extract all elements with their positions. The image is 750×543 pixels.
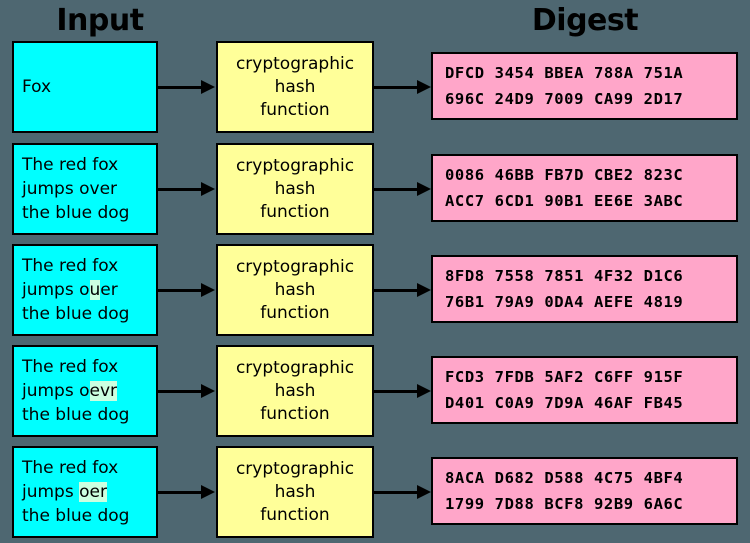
digest-output-box[interactable]: 0086 46BB FB7D CBE2 823C ACC7 6CD1 90B1 E… bbox=[431, 154, 738, 222]
cryptographic-hash-function-box[interactable]: cryptographic hash function bbox=[216, 41, 374, 133]
input-text-segment: the blue dog bbox=[22, 203, 130, 223]
input-text-line: jumps oevr bbox=[22, 379, 156, 403]
arrow-input-to-function bbox=[158, 283, 215, 297]
digest-output-box[interactable]: 8ACA D682 D588 4C75 4BF4 1799 7D88 BCF8 9… bbox=[431, 457, 738, 525]
input-text-line: The red fox bbox=[22, 456, 156, 480]
diagram-row: Fox cryptographic hash function DFCD 3454 BB… bbox=[0, 41, 750, 133]
digest-hex-line: ACC7 6CD1 90B1 EE6E 3ABC bbox=[445, 192, 684, 210]
digest-output-box[interactable]: DFCD 3454 BBEA 788A 751A 696C 24D9 7009 C… bbox=[431, 52, 738, 120]
cryptographic-hash-function-box[interactable]: cryptographic hash function bbox=[216, 345, 374, 437]
input-text-segment: jumps o bbox=[22, 280, 90, 300]
function-label-line: hash bbox=[274, 76, 316, 97]
diagram-row: The red fox jumps ouer the blue dog cryptog… bbox=[0, 244, 750, 336]
column-title-digest: Digest bbox=[531, 3, 639, 38]
function-label-line: function bbox=[260, 504, 330, 525]
input-text-segment: Fox bbox=[22, 77, 52, 97]
input-text-segment: jumps o bbox=[22, 381, 90, 401]
digest-hex-line: 0086 46BB FB7D CBE2 823C bbox=[445, 166, 684, 184]
arrow-function-to-digest bbox=[374, 283, 431, 297]
input-text-segment: jumps over bbox=[22, 179, 118, 199]
input-text-segment: er bbox=[100, 280, 118, 300]
cryptographic-hash-function-box[interactable]: cryptographic hash function bbox=[216, 244, 374, 336]
input-text-line: jumps ouer bbox=[22, 278, 156, 302]
diagram-row: The red fox jumps oer the blue dog cryptogr… bbox=[0, 446, 750, 538]
cryptographic-hash-function-box[interactable]: cryptographic hash function bbox=[216, 143, 374, 235]
function-label-line: cryptographic bbox=[235, 256, 355, 277]
arrow-function-to-digest bbox=[374, 182, 431, 196]
input-text-line: The red fox bbox=[22, 153, 156, 177]
function-label-line: cryptographic bbox=[235, 53, 355, 74]
digest-hex-line: 696C 24D9 7009 CA99 2D17 bbox=[445, 90, 684, 108]
input-text-line: the blue dog bbox=[22, 504, 156, 528]
function-label-line: function bbox=[260, 201, 330, 222]
input-text-line: the blue dog bbox=[22, 302, 156, 326]
input-text-line: The red fox bbox=[22, 355, 156, 379]
diagram-row: The red fox jumps over the blue dog cryptog… bbox=[0, 143, 750, 235]
digest-hex-line: 76B1 79A9 0DA4 AEFE 4819 bbox=[445, 293, 684, 311]
digest-hex-line: 8ACA D682 D588 4C75 4BF4 bbox=[445, 469, 684, 487]
typo-highlight: evr bbox=[89, 381, 118, 401]
input-text-line: jumps oer bbox=[22, 480, 156, 504]
input-text-segment: jumps bbox=[22, 482, 80, 502]
arrow-function-to-digest bbox=[374, 485, 431, 499]
typo-highlight: u bbox=[89, 280, 101, 300]
input-message-box[interactable]: The red fox jumps oer the blue dog bbox=[12, 446, 158, 538]
hash-function-diagram: Input Digest Fox cryptographic hash functio… bbox=[0, 0, 750, 543]
digest-hex-line: DFCD 3454 BBEA 788A 751A bbox=[445, 64, 684, 82]
input-message-box[interactable]: Fox bbox=[12, 41, 158, 133]
arrow-input-to-function bbox=[158, 182, 215, 196]
digest-hex-line: D401 C0A9 7D9A 46AF FB45 bbox=[445, 394, 684, 412]
input-text-line: the blue dog bbox=[22, 403, 156, 427]
input-text-line: Fox bbox=[22, 77, 156, 97]
input-message-box[interactable]: The red fox jumps over the blue dog bbox=[12, 143, 158, 235]
input-text-line: jumps over bbox=[22, 177, 156, 201]
typo-highlight: oer bbox=[79, 482, 107, 502]
function-label-line: cryptographic bbox=[235, 357, 355, 378]
function-label-line: hash bbox=[274, 481, 316, 502]
function-label-line: hash bbox=[274, 279, 316, 300]
input-text-segment: The red fox bbox=[22, 256, 119, 276]
diagram-row: The red fox jumps oevr the blue dog cryptog… bbox=[0, 345, 750, 437]
function-label-line: cryptographic bbox=[235, 458, 355, 479]
input-text-segment: the blue dog bbox=[22, 405, 130, 425]
input-text-segment: The red fox bbox=[22, 357, 119, 377]
arrow-input-to-function bbox=[158, 384, 215, 398]
input-message-box[interactable]: The red fox jumps ouer the blue dog bbox=[12, 244, 158, 336]
arrow-function-to-digest bbox=[374, 384, 431, 398]
function-label-line: function bbox=[260, 99, 330, 120]
function-label-line: function bbox=[260, 302, 330, 323]
arrow-input-to-function bbox=[158, 485, 215, 499]
arrow-function-to-digest bbox=[374, 80, 431, 94]
input-message-box[interactable]: The red fox jumps oevr the blue dog bbox=[12, 345, 158, 437]
digest-hex-line: FCD3 7FDB 5AF2 C6FF 915F bbox=[445, 368, 684, 386]
input-text-segment: the blue dog bbox=[22, 304, 130, 324]
digest-output-box[interactable]: FCD3 7FDB 5AF2 C6FF 915F D401 C0A9 7D9A 4… bbox=[431, 356, 738, 424]
input-text-segment: The red fox bbox=[22, 458, 119, 478]
function-label-line: hash bbox=[274, 380, 316, 401]
function-label-line: cryptographic bbox=[235, 155, 355, 176]
input-text-segment: the blue dog bbox=[22, 506, 130, 526]
digest-hex-line: 8FD8 7558 7851 4F32 D1C6 bbox=[445, 267, 684, 285]
input-text-segment: The red fox bbox=[22, 155, 119, 175]
input-text-line: the blue dog bbox=[22, 201, 156, 225]
digest-hex-line: 1799 7D88 BCF8 92B9 6A6C bbox=[445, 495, 684, 513]
cryptographic-hash-function-box[interactable]: cryptographic hash function bbox=[216, 446, 374, 538]
input-text-line: The red fox bbox=[22, 254, 156, 278]
function-label-line: function bbox=[260, 403, 330, 424]
digest-output-box[interactable]: 8FD8 7558 7851 4F32 D1C6 76B1 79A9 0DA4 A… bbox=[431, 255, 738, 323]
function-label-line: hash bbox=[274, 178, 316, 199]
column-title-input: Input bbox=[56, 3, 144, 38]
arrow-input-to-function bbox=[158, 80, 215, 94]
